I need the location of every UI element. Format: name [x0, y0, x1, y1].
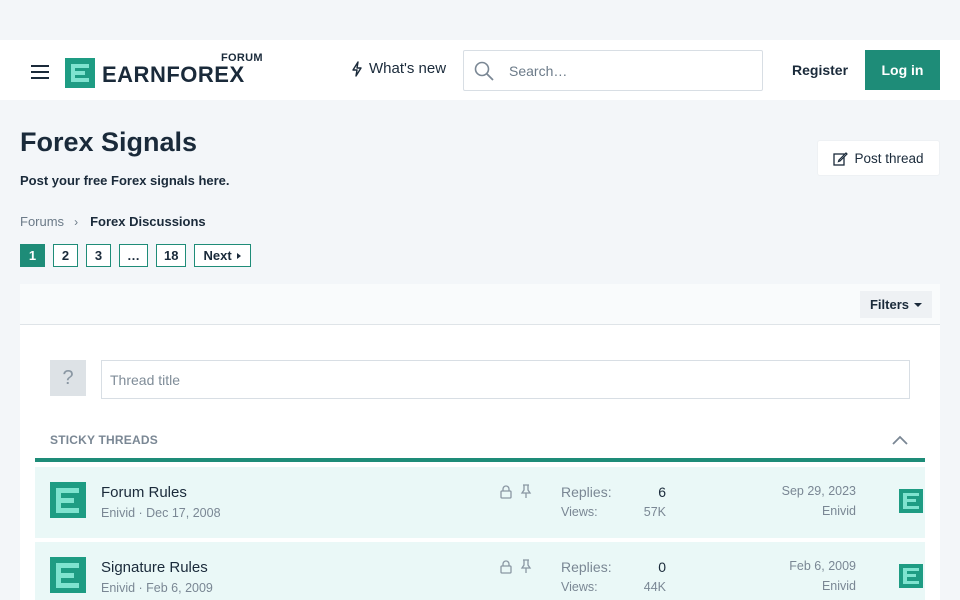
question-icon: ?: [50, 360, 86, 396]
thread-author[interactable]: Enivid: [101, 506, 135, 520]
logo-wordmark[interactable]: EARNFOREX: [102, 62, 245, 88]
login-button[interactable]: Log in: [865, 50, 940, 90]
replies-count: 6: [658, 484, 666, 500]
page-ellipsis-button[interactable]: …: [119, 244, 148, 267]
views-label: Views:: [561, 505, 598, 519]
page-18-button[interactable]: 18: [156, 244, 187, 267]
caret-right-icon: [236, 252, 241, 259]
breadcrumb-forums[interactable]: Forums: [20, 214, 64, 229]
section-divider: [35, 458, 925, 462]
last-post-date[interactable]: Sep 29, 2023: [782, 484, 856, 498]
edit-icon: [833, 151, 849, 166]
chevron-right-icon: ›: [74, 214, 79, 229]
caret-down-icon: [914, 302, 922, 307]
breadcrumb-forex-discussions[interactable]: Forex Discussions: [90, 214, 206, 229]
thread-date[interactable]: Feb 6, 2009: [146, 581, 213, 595]
views-count: 44K: [643, 580, 666, 594]
next-page-button[interactable]: Next: [194, 244, 251, 267]
whats-new-label: What's new: [369, 60, 447, 77]
thread-date[interactable]: Dec 17, 2008: [146, 506, 220, 520]
page-2-button[interactable]: 2: [53, 244, 78, 267]
thread-title[interactable]: Signature Rules: [101, 559, 208, 576]
thread-author[interactable]: Enivid: [101, 581, 135, 595]
page-3-button[interactable]: 3: [86, 244, 111, 267]
thread-meta: Enivid · Dec 17, 2008: [101, 506, 221, 520]
sticky-threads-heading: STICKY THREADS: [50, 433, 158, 447]
filters-label: Filters: [869, 297, 909, 312]
last-poster-avatar[interactable]: [899, 489, 923, 513]
replies-label: Replies:: [561, 559, 612, 575]
thread-title-input[interactable]: [101, 360, 910, 399]
page-title: Forex Signals: [20, 127, 198, 157]
filters-button[interactable]: Filters: [859, 291, 932, 318]
top-strip: [0, 0, 960, 40]
filter-bar: Filters: [20, 284, 940, 325]
site-header: FORUM EARNFOREX What's new Register Log …: [0, 40, 960, 100]
whats-new-link[interactable]: What's new: [350, 60, 446, 77]
last-post-user[interactable]: Enivid: [822, 504, 856, 518]
thread-meta: Enivid · Feb 6, 2009: [101, 581, 213, 595]
logo-icon[interactable]: [65, 58, 95, 88]
pin-icon: [520, 559, 532, 573]
chevron-up-icon[interactable]: [891, 434, 909, 446]
replies-count: 0: [658, 559, 666, 575]
search-input[interactable]: [509, 59, 749, 82]
search-icon: [474, 61, 494, 81]
views-label: Views:: [561, 580, 598, 594]
pagination: 1 2 3 … 18 Next: [20, 244, 251, 267]
lock-icon: [500, 485, 512, 499]
pin-icon: [520, 484, 532, 498]
page-description: Post your free Forex signals here.: [20, 173, 230, 188]
thread-row[interactable]: Signature Rules Enivid · Feb 6, 2009 Rep…: [35, 542, 925, 600]
avatar[interactable]: [50, 482, 86, 518]
avatar[interactable]: [50, 557, 86, 593]
post-thread-button[interactable]: Post thread: [817, 140, 940, 176]
last-post-user[interactable]: Enivid: [822, 579, 856, 593]
views-count: 57K: [643, 505, 666, 519]
post-thread-label: Post thread: [854, 150, 924, 166]
thread-row[interactable]: Forum Rules Enivid · Dec 17, 2008 Replie…: [35, 467, 925, 538]
lock-icon: [500, 560, 512, 574]
page-1-button[interactable]: 1: [20, 244, 45, 267]
last-post-date[interactable]: Feb 6, 2009: [789, 559, 856, 573]
hamburger-icon[interactable]: [31, 65, 49, 79]
thread-list-panel: Filters ? STICKY THREADS Forum Rules Eni…: [20, 284, 940, 600]
replies-label: Replies:: [561, 484, 612, 500]
search-box[interactable]: [463, 50, 763, 91]
breadcrumb: Forums › Forex Discussions: [20, 214, 206, 229]
next-label: Next: [203, 248, 232, 263]
bolt-icon: [352, 60, 362, 77]
register-link[interactable]: Register: [792, 62, 848, 78]
thread-title[interactable]: Forum Rules: [101, 484, 187, 501]
last-poster-avatar[interactable]: [899, 564, 923, 588]
